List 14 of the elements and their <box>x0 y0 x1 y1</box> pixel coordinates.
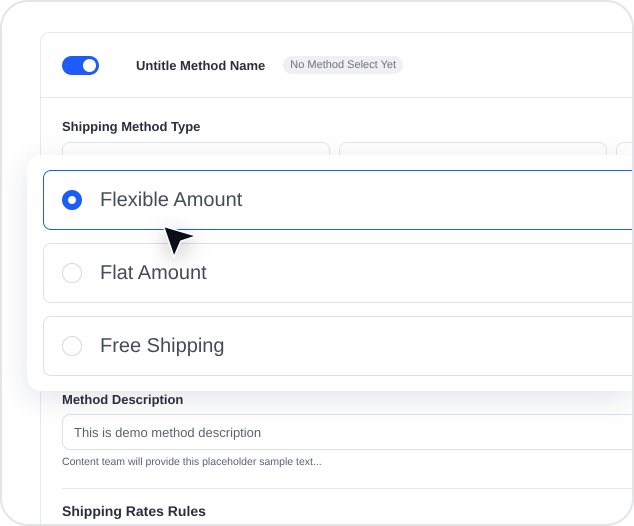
helper-text: Content team will provide this placeholder sample text... <box>62 456 323 468</box>
description-field[interactable]: This is demo method description <box>62 414 632 450</box>
radio-icon <box>62 190 82 210</box>
toggle-switch[interactable] <box>62 56 99 74</box>
radio-icon <box>62 263 82 283</box>
field-label: Shipping Method Type <box>62 119 202 134</box>
method-name: Untitle Method Name <box>136 58 266 72</box>
status-badge: No Method Select Yet <box>283 56 404 74</box>
section-title: Shipping Rates Rules <box>62 503 207 519</box>
radio-option[interactable]: Flexible Amount <box>43 170 632 230</box>
radio-option[interactable]: Free Shipping <box>43 316 632 376</box>
radio-icon <box>62 336 82 356</box>
radio-option[interactable]: Flat Amount <box>43 243 632 303</box>
field-label: Method Description <box>62 392 184 407</box>
